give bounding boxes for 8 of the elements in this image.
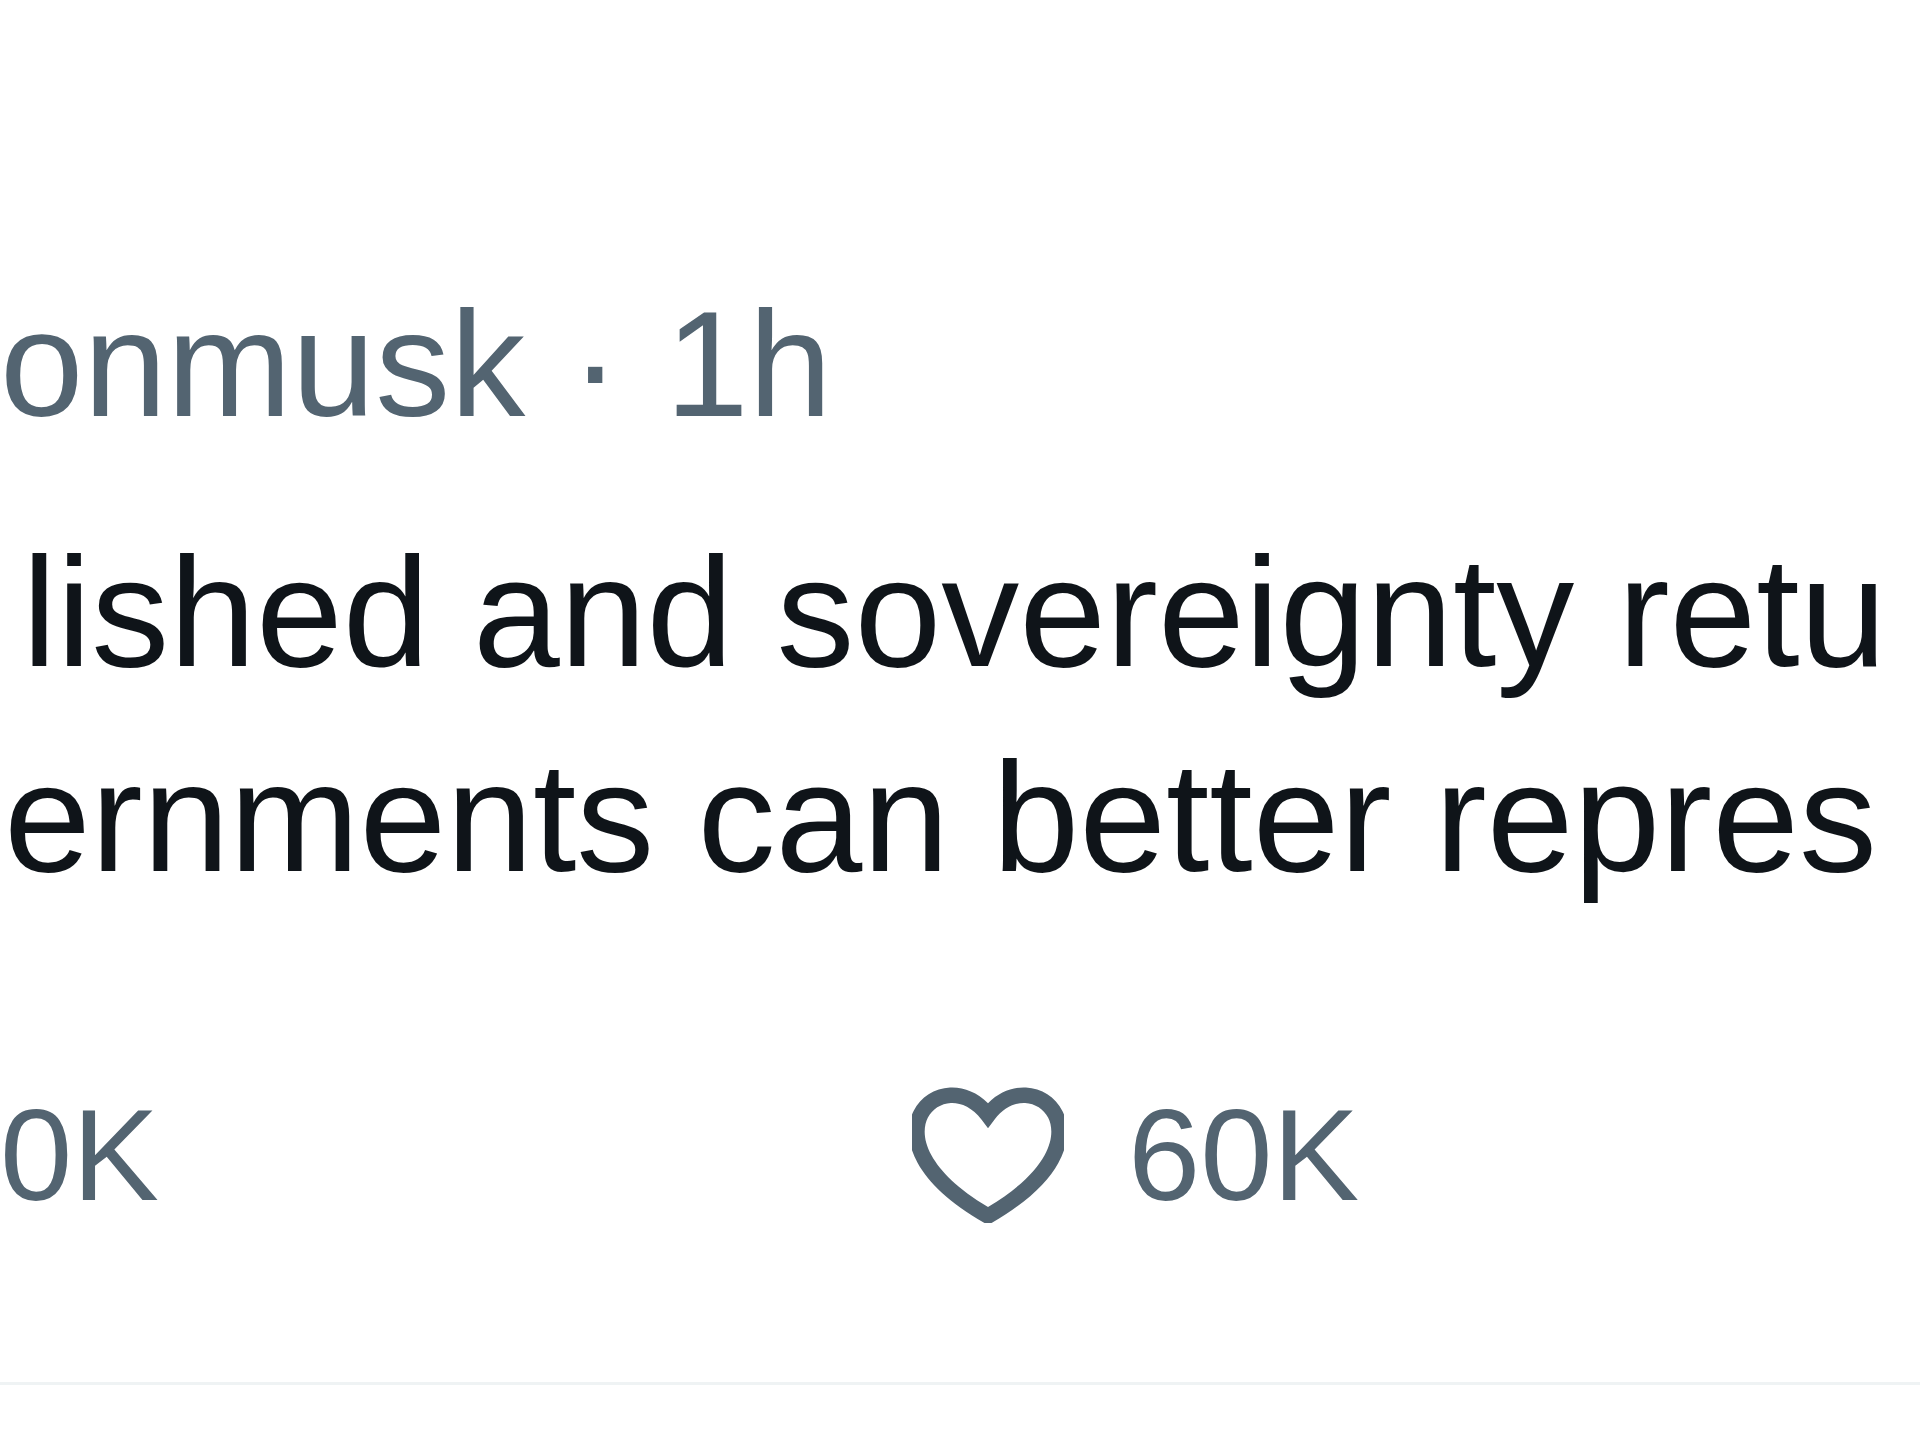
action-button[interactable]: 0K	[0, 1078, 159, 1232]
like-button[interactable]: 60K	[912, 1078, 1360, 1232]
heart-icon	[912, 1087, 1064, 1223]
post-text: lished and sovereignty retu	[21, 524, 1888, 701]
separator-text: ·	[570, 279, 621, 450]
username-link[interactable]: onmusk	[0, 274, 526, 454]
post-text: ernments can better repres	[3, 729, 1878, 906]
timestamp-link[interactable]: 1h	[665, 274, 833, 454]
